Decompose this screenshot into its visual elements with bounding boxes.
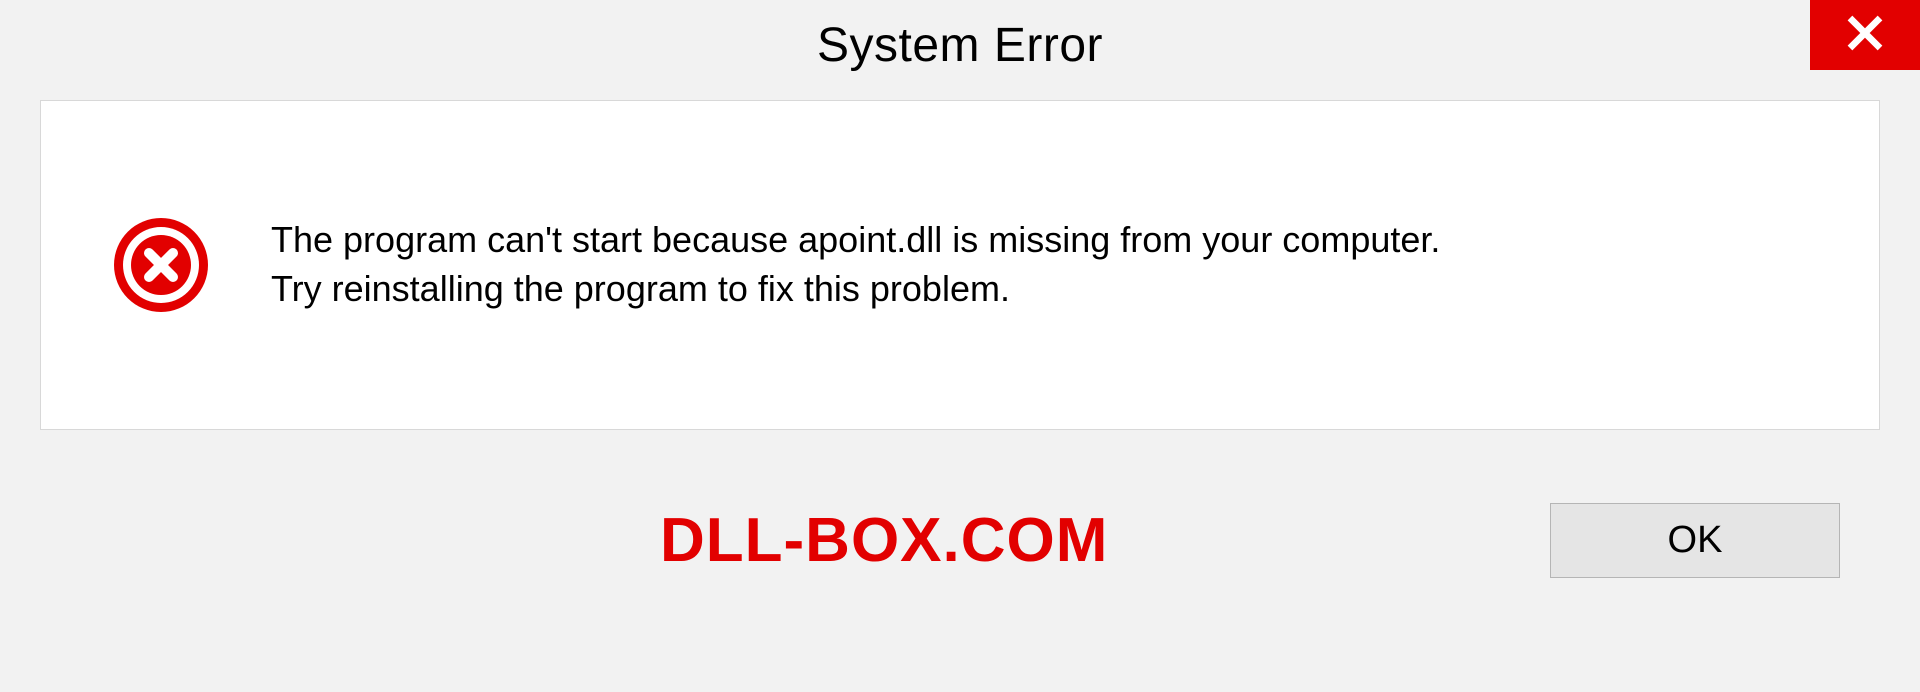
ok-button[interactable]: OK — [1550, 503, 1840, 578]
title-bar: System Error — [0, 0, 1920, 90]
close-icon — [1846, 14, 1884, 57]
dialog-title: System Error — [817, 18, 1103, 73]
error-message: The program can't start because apoint.d… — [271, 216, 1849, 313]
close-button[interactable] — [1810, 0, 1920, 70]
message-line-1: The program can't start because apoint.d… — [271, 216, 1849, 265]
error-icon — [111, 215, 211, 315]
message-line-2: Try reinstalling the program to fix this… — [271, 265, 1849, 314]
footer-bar: DLL-BOX.COM OK — [40, 430, 1880, 650]
content-panel: The program can't start because apoint.d… — [40, 100, 1880, 430]
watermark-text: DLL-BOX.COM — [660, 505, 1108, 576]
